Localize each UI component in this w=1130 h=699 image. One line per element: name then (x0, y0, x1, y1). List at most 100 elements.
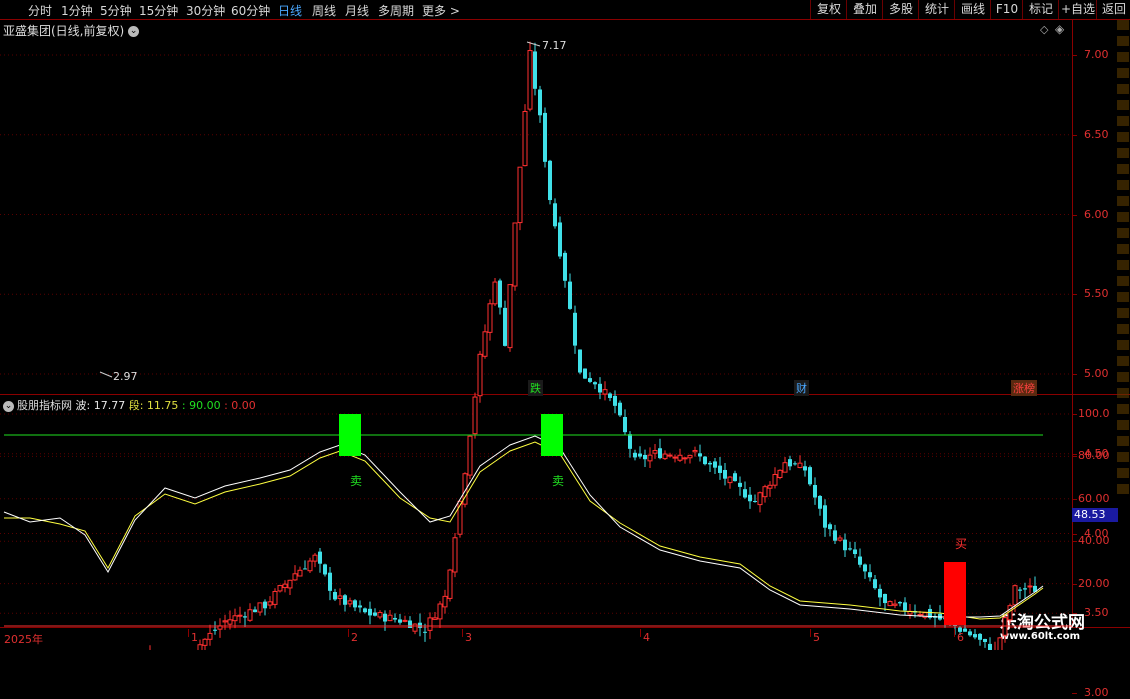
candle-body-down (303, 568, 307, 570)
indicator-tick-mark (1072, 456, 1077, 458)
candle-body-down (573, 312, 577, 346)
candle-body-up (272, 590, 278, 605)
candle-body-down (368, 608, 372, 616)
candle-body-down (863, 564, 867, 572)
candle-body-down (333, 592, 337, 600)
candle-body-up (887, 601, 893, 607)
candle-body-up (227, 619, 233, 625)
candle-body-down (658, 448, 662, 459)
candle-body-down (803, 466, 807, 471)
candle-body-up (207, 632, 213, 640)
candle-body-down (578, 349, 582, 373)
price-tick-mark (1072, 453, 1077, 455)
candle-body-down (328, 572, 332, 591)
candle-body-down (343, 595, 347, 605)
candle-body-down (623, 417, 627, 433)
candle-body-up (647, 454, 653, 462)
candle-body-up (682, 457, 688, 460)
candle-body-up (307, 560, 313, 572)
candle-body-down (868, 572, 872, 578)
price-tick-mark (1072, 613, 1077, 615)
candle-body-down (608, 393, 612, 398)
buy-signal-bar (944, 562, 966, 625)
candle-body-down (363, 608, 367, 613)
candle-body-up (197, 644, 203, 650)
indicator-tick-label: 20.00 (1078, 576, 1110, 590)
candle-body-down (628, 434, 632, 449)
candle-body-up (337, 595, 343, 599)
kline-chart[interactable] (0, 0, 1072, 650)
candle-body-down (373, 612, 377, 616)
sell-signal-bar (339, 414, 361, 456)
candle-body-up (467, 435, 473, 476)
candle-body-down (643, 454, 647, 460)
candle-body-down (703, 456, 707, 465)
candle-body-down (823, 505, 827, 528)
candle-body-down (553, 203, 557, 227)
candle-body-down (638, 453, 642, 457)
event-marker-0[interactable]: 跌 (528, 380, 543, 396)
candle-body-down (323, 564, 327, 575)
candle-body-down (353, 600, 357, 608)
low-price-label: 2.97 (113, 370, 138, 383)
candle-body-up (247, 609, 253, 621)
indicator-tick-mark (1072, 414, 1077, 415)
signal-label-0: 卖 (350, 474, 363, 488)
candle-body-down (213, 629, 217, 631)
price-tick-mark (1072, 374, 1077, 375)
candle-body-up (997, 637, 1003, 650)
candle-body-up (1027, 585, 1033, 588)
price-tick-label: 5.50 (1084, 287, 1109, 301)
candle-body-up (282, 583, 288, 589)
candle-body-down (423, 631, 427, 633)
candle-body-up (257, 602, 263, 613)
x-axis-tick (954, 629, 955, 637)
candle-body-up (677, 454, 683, 461)
x-axis-label: 6 (957, 631, 964, 644)
candle-body-down (393, 617, 397, 620)
candle-body-down (583, 368, 587, 379)
candle-body-up (652, 450, 658, 454)
candle-body-up (292, 573, 298, 581)
candle-body-down (978, 633, 982, 640)
x-axis-label: 1 (191, 631, 198, 644)
candle-body-down (833, 530, 837, 541)
indicator-tick-label: 80.00 (1078, 449, 1110, 463)
candle-body-up (237, 614, 243, 617)
right-info-strip[interactable] (1117, 20, 1130, 620)
candle-body-down (828, 524, 832, 530)
candle-body-down (903, 602, 907, 611)
signal-label-1: 卖 (552, 474, 565, 488)
candle-body-down (543, 112, 547, 162)
candle-body-up (277, 585, 283, 592)
candle-body-down (973, 634, 977, 638)
candle-body-up (377, 612, 383, 618)
candle-body-up (1012, 585, 1018, 606)
candle-body-down (743, 489, 747, 498)
candle-body-up (487, 303, 493, 333)
high-marker-line (526, 41, 541, 47)
candle-body-down (563, 252, 567, 281)
candle-body-down (808, 467, 812, 485)
sell-signal-bar (541, 414, 563, 456)
candle-body-up (762, 486, 768, 498)
wave-line (3, 435, 1044, 618)
candle-body-down (983, 638, 987, 642)
event-marker-2[interactable]: 涨榜 (1011, 380, 1037, 396)
toolbar-button-8[interactable]: 返回 (1096, 0, 1130, 19)
candle-body-down (588, 378, 592, 382)
candle-body-down (988, 643, 992, 650)
candle-body-down (968, 631, 972, 636)
x-axis-label: 4 (643, 631, 650, 644)
candle-body-up (232, 615, 238, 622)
candle-body-up (782, 462, 788, 473)
candle-body-up (797, 462, 803, 469)
candle-body-up (402, 619, 408, 622)
candle-body-up (222, 620, 228, 623)
candle-body-down (598, 383, 602, 393)
price-tick-label: 6.50 (1084, 127, 1109, 141)
candle-body-up (312, 554, 318, 562)
event-marker-1[interactable]: 财 (794, 380, 809, 396)
candle-body-down (843, 539, 847, 551)
candle-body-up (727, 476, 733, 484)
